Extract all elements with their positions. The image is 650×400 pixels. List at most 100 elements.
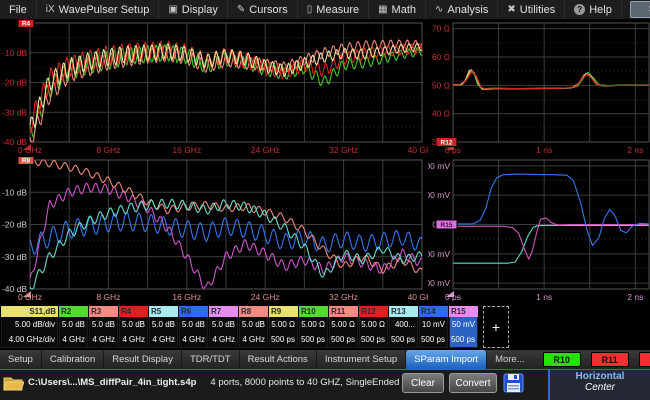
svg-text:-100 mV: -100 mV <box>428 249 450 259</box>
trace-descriptor-title: R2 <box>59 306 88 317</box>
svg-text:1 ns: 1 ns <box>536 145 552 155</box>
trace-descriptor-title: R3 <box>89 306 118 317</box>
trace-descriptor-values: 400...500 ps <box>389 317 418 348</box>
horizontal-panel[interactable]: Horizontal Center <box>548 370 650 400</box>
trace-descriptor-r5[interactable]: R55.0 dB4 GHz <box>149 306 178 348</box>
svg-text:-20 dB: -20 dB <box>2 78 27 88</box>
trace-horizontal-value: 500 ps <box>450 334 475 346</box>
sparam-import-bar: C:\Users\...\MS_diffPair_4in_tight.s4p 4… <box>0 370 650 400</box>
trace-descriptor-r2[interactable]: R25.0 dB4 GHz <box>59 306 88 348</box>
menu-action-buttons: SetupGoContinue <box>622 0 650 19</box>
trace-scale-value: 50 mV <box>450 319 475 331</box>
trace-descriptor-title: R11 <box>329 306 358 317</box>
open-folder-icon[interactable] <box>3 374 24 397</box>
trace-scale-value: 5.00 Ω <box>360 319 385 331</box>
svg-text:100 mV: 100 mV <box>428 190 450 200</box>
trace-scale-value: 5.0 dB <box>210 319 235 331</box>
trace-descriptor-r12[interactable]: R125.00 Ω500 ps <box>359 306 388 348</box>
svg-text:24 GHz: 24 GHz <box>251 292 280 302</box>
trace-descriptor-r9[interactable]: R95.00 Ω500 ps <box>269 306 298 348</box>
svg-text:8 GHz: 8 GHz <box>96 145 120 155</box>
svg-text:R15: R15 <box>441 222 453 229</box>
chart-sparam-bottom[interactable]: 0-10 dB-20 dB-30 dB-40 dB0 GHz8 GHz16 GH… <box>0 157 430 303</box>
trace-descriptor-values: 5.00 Ω500 ps <box>299 317 328 348</box>
menu-item-wavepulser-setup[interactable]: iXWavePulser Setup <box>37 0 160 19</box>
svg-text:40 GHz: 40 GHz <box>408 145 430 155</box>
trace-descriptor-r15[interactable]: R15 50 mV 500 ps <box>449 306 478 348</box>
trace-descriptor-r11[interactable]: R115.00 Ω500 ps <box>329 306 358 348</box>
dialog-tab-bar: SetupCalibrationResult DisplayTDR/TDTRes… <box>0 350 650 370</box>
trace-descriptor-title: R12 <box>359 306 388 317</box>
menu-item-label: Display <box>182 4 218 16</box>
display-icon: ▣ <box>168 4 177 15</box>
trace-descriptor-title: R13 <box>389 306 418 317</box>
trace-descriptor-r6[interactable]: R65.0 dB4 GHz <box>179 306 208 348</box>
file-details-text: 4 ports, 8000 points to 40 GHZ, SingleEn… <box>210 377 399 388</box>
trace-scale-value: 5.0 dB <box>240 319 265 331</box>
tab-result-display[interactable]: Result Display <box>104 350 182 369</box>
setup-button[interactable]: Setup <box>630 1 650 18</box>
svg-text:16 GHz: 16 GHz <box>172 145 201 155</box>
menu-item-help[interactable]: ?Help <box>565 0 622 19</box>
trace-button-r10[interactable]: R10 <box>543 352 581 367</box>
trace-descriptor-title: R15 <box>449 306 478 317</box>
tab-sparam-import[interactable]: SParam Import <box>406 350 487 369</box>
svg-text:70 Ω: 70 Ω <box>432 24 450 34</box>
tab-calibration[interactable]: Calibration <box>42 350 104 369</box>
horizontal-panel-title: Horizontal <box>576 371 625 382</box>
tab-setup[interactable]: Setup <box>0 350 42 369</box>
trace-descriptor-r10[interactable]: R105.00 Ω500 ps <box>299 306 328 348</box>
convert-button[interactable]: Convert <box>449 373 497 393</box>
svg-text:-200 mV: -200 mV <box>428 278 450 288</box>
chart-impedance-time[interactable]: 70 Ω60 Ω50 Ω40 Ω30 Ω0 ps1 ns2 nsR12 <box>428 20 650 156</box>
trace-descriptor-r3[interactable]: R35.0 dB4 GHz <box>89 306 118 348</box>
menu-item-utilities[interactable]: ✖Utilities <box>498 0 565 19</box>
tab-tdr-tdt[interactable]: TDR/TDT <box>182 350 240 369</box>
trace-descriptor-r7[interactable]: R75.0 dB4 GHz <box>209 306 238 348</box>
menu-item-display[interactable]: ▣ Display <box>159 0 228 19</box>
trace-horizontal-value: 4 GHz <box>120 334 145 346</box>
menu-item-file[interactable]: File <box>0 0 37 19</box>
svg-text:1 ns: 1 ns <box>536 292 552 302</box>
trace-button-r11[interactable]: R11 <box>591 352 629 367</box>
trace-descriptor-title: R8 <box>239 306 268 317</box>
chart-sparam-top[interactable]: 0-10 dB-20 dB-30 dB-40 dB0 GHz8 GHz16 GH… <box>0 20 430 156</box>
menu-item-cursors[interactable]: ✎Cursors <box>228 0 298 19</box>
trace-descriptor-r4[interactable]: R45.0 dB4 GHz <box>119 306 148 348</box>
trace-horizontal-value: 500 ps <box>270 334 295 346</box>
trace-button-r12[interactable]: R12 <box>639 352 650 367</box>
trace-scale-value: 5.00 Ω <box>300 319 325 331</box>
svg-text:40 Ω: 40 Ω <box>432 109 450 119</box>
trace-descriptor-r14[interactable]: R14 10 mV 500 ps <box>419 306 448 348</box>
clear-button[interactable]: Clear <box>402 373 444 393</box>
trace-descriptor-values: 10 mV 500 ps <box>419 317 448 348</box>
trace-descriptor-values: 5.0 dB4 GHz <box>179 317 208 348</box>
tab-more-[interactable]: More... <box>487 350 533 369</box>
svg-text:-20 dB: -20 dB <box>2 220 27 230</box>
analysis-icon: ∿ <box>435 4 443 15</box>
trace-descriptor-values: 50 mV 500 ps <box>449 317 478 348</box>
svg-text:32 GHz: 32 GHz <box>329 145 358 155</box>
wavepulser-app-window: FileiXWavePulser Setup ▣ Display ✎Cursors▯M… <box>0 0 650 400</box>
tab-instrument-setup[interactable]: Instrument Setup <box>317 350 406 369</box>
trace-horizontal-value: 500 ps <box>420 334 445 346</box>
menu-item-measure[interactable]: ▯Measure <box>298 0 369 19</box>
svg-text:-10 dB: -10 dB <box>2 187 27 197</box>
trace-descriptor-s11-db[interactable]: S11,dB5.00 dB/div4.00 GHz/div <box>1 306 58 348</box>
menu-item-analysis[interactable]: ∿Analysis <box>426 0 498 19</box>
save-icon[interactable] <box>503 373 524 398</box>
svg-text:50 Ω: 50 Ω <box>432 80 450 90</box>
menu-item-math[interactable]: ▦Math <box>369 0 426 19</box>
add-trace-button[interactable]: + <box>483 306 509 348</box>
chart-tdr-step[interactable]: 200 mV100 mV0 µV-100 mV-200 mV0 ps1 ns2 … <box>428 157 650 303</box>
trace-scale-value: 10 mV <box>420 319 445 331</box>
wavepulser-setup-icon: iX <box>46 4 55 15</box>
trace-horizontal-value: 4 GHz <box>210 334 235 346</box>
trace-descriptor-values: 5.0 dB4 GHz <box>119 317 148 348</box>
trace-descriptor-values: 5.00 Ω500 ps <box>269 317 298 348</box>
trace-descriptor-title: R14 <box>419 306 448 317</box>
trace-descriptor-r13[interactable]: R13400...500 ps <box>389 306 418 348</box>
trace-descriptor-values: 5.0 dB4 GHz <box>59 317 88 348</box>
trace-descriptor-r8[interactable]: R85.0 dB4 GHz <box>239 306 268 348</box>
tab-result-actions[interactable]: Result Actions <box>240 350 317 369</box>
